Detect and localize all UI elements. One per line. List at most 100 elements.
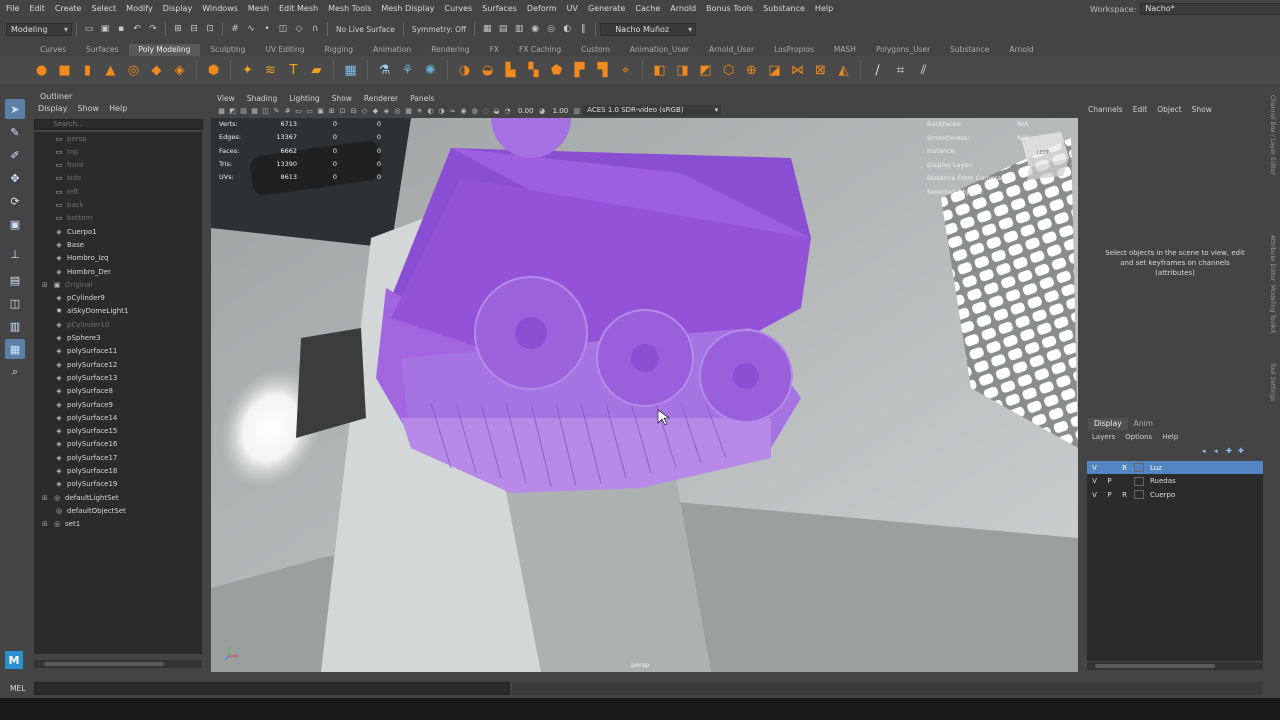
last-tool-icon[interactable]: ⊥ bbox=[5, 244, 25, 264]
fill-hole-icon[interactable]: ▛ bbox=[571, 62, 588, 79]
shelf-tab-arnold-user[interactable]: Arnold_User bbox=[699, 44, 764, 56]
isolate-select-icon[interactable]: ◌ bbox=[481, 106, 490, 115]
outliner-item-polysurface8[interactable]: ◈ polySurface8 bbox=[34, 385, 113, 398]
poly-torus-icon[interactable]: ◎ bbox=[125, 62, 142, 79]
menu-cache[interactable]: Cache bbox=[630, 2, 665, 16]
grease-pencil-icon[interactable]: ✎ bbox=[272, 106, 281, 115]
shelf-tab-lospropios[interactable]: LosPropios bbox=[764, 44, 824, 56]
smooth-icon[interactable]: ✺ bbox=[422, 62, 439, 79]
exposure-value[interactable]: 0.00 bbox=[518, 107, 534, 115]
tab-anim[interactable]: Anim bbox=[1128, 418, 1159, 430]
append-icon[interactable]: ▜ bbox=[594, 62, 611, 79]
xray-icon[interactable]: ◎ bbox=[393, 106, 402, 115]
layer-toggle-p[interactable]: P bbox=[1102, 477, 1117, 485]
menu-curves[interactable]: Curves bbox=[439, 2, 477, 16]
layer-row-luz[interactable]: V R Luz bbox=[1087, 461, 1263, 474]
lattice-icon[interactable]: ⌗ bbox=[892, 62, 909, 79]
outliner-item-hombro-izq[interactable]: ◈ Hombro_Izq bbox=[34, 252, 108, 265]
outliner-item-defaultlightset[interactable]: ⊞ ◎ defaultLightSet bbox=[34, 491, 119, 504]
hypershade-icon[interactable]: ◎ bbox=[545, 23, 557, 35]
color-management-dropdown[interactable]: ACES 1.0 SDR-video (sRGB) bbox=[583, 105, 722, 116]
outliner-menu-display[interactable]: Display bbox=[38, 104, 68, 113]
shelf-tab-polygons-user[interactable]: Polygons_User bbox=[866, 44, 940, 56]
viewport-menu-lighting[interactable]: Lighting bbox=[289, 94, 319, 103]
channel-box-menu-show[interactable]: Show bbox=[1192, 105, 1212, 114]
rotate-tool-icon[interactable]: ⟳ bbox=[5, 191, 25, 211]
channel-box-menu-object[interactable]: Object bbox=[1157, 105, 1181, 114]
shelf-tab-animation-user[interactable]: Animation_User bbox=[620, 44, 699, 56]
layer-menu-options[interactable]: Options bbox=[1125, 433, 1152, 441]
side-tab-tool-settings[interactable]: Tool Settings bbox=[1269, 363, 1276, 401]
outliner-item-polysurface18[interactable]: ◈ polySurface18 bbox=[34, 465, 117, 478]
extrude-icon[interactable]: ▙ bbox=[502, 62, 519, 79]
menu-file[interactable]: File bbox=[0, 2, 24, 16]
wireframe-icon[interactable]: ◇ bbox=[360, 106, 369, 115]
type-tool-icon[interactable]: T bbox=[285, 62, 302, 79]
shelf-tab-custom[interactable]: Custom bbox=[571, 44, 620, 56]
viewport[interactable]: LEFT Verts: 6713 0 0 Edges: 13367 0 0 Faces: 6662… bbox=[211, 118, 1078, 672]
ipr-icon[interactable]: ▥ bbox=[513, 23, 525, 35]
flip-icon[interactable]: ⋈ bbox=[789, 62, 806, 79]
expand-icon[interactable]: ⊞ bbox=[42, 520, 52, 528]
xray-joints-icon[interactable]: ◒ bbox=[492, 106, 501, 115]
search-icon[interactable]: ⌕ bbox=[5, 362, 25, 382]
viewport-menu-panels[interactable]: Panels bbox=[410, 94, 434, 103]
color-management-icon[interactable]: ▥ bbox=[572, 106, 581, 115]
outliner-item-psphere3[interactable]: ◈ pSphere3 bbox=[34, 332, 100, 345]
menu-create[interactable]: Create bbox=[50, 2, 87, 16]
depth-of-field-icon[interactable]: ◍ bbox=[470, 106, 479, 115]
single-view-icon[interactable]: ▤ bbox=[5, 270, 25, 290]
expand-icon[interactable]: ⊞ bbox=[42, 494, 52, 502]
lasso-tool-icon[interactable]: ✎ bbox=[5, 122, 25, 142]
layer-toggle-r[interactable]: R bbox=[1117, 491, 1132, 499]
snap-grid-icon[interactable]: # bbox=[229, 23, 241, 35]
layer-toggle-p[interactable]: P bbox=[1102, 491, 1117, 499]
layer-scrollbar[interactable] bbox=[1087, 662, 1263, 670]
paint-select-icon[interactable]: ✐ bbox=[5, 145, 25, 165]
layer-toggle-v[interactable]: V bbox=[1087, 477, 1102, 485]
outliner-item-polysurface14[interactable]: ◈ polySurface14 bbox=[34, 411, 117, 424]
soften-icon[interactable]: ◭ bbox=[835, 62, 852, 79]
gamma-icon[interactable]: ◕ bbox=[538, 106, 547, 115]
outliner-item-top[interactable]: ▭ top bbox=[34, 145, 79, 158]
shelf-tab-rigging[interactable]: Rigging bbox=[315, 44, 363, 56]
shelf-tab-fx[interactable]: FX bbox=[480, 44, 509, 56]
offset-loop-icon[interactable]: ◨ bbox=[674, 62, 691, 79]
outliner-item-original[interactable]: ⊞ ▣ Original bbox=[34, 278, 92, 291]
menu-help[interactable]: Help bbox=[810, 2, 838, 16]
shelf-tab-animation[interactable]: Animation bbox=[363, 44, 421, 56]
symmetry-label[interactable]: Symmetry: Off bbox=[412, 25, 466, 34]
select-object-icon[interactable]: ⊟ bbox=[188, 23, 200, 35]
viewport-menu-show[interactable]: Show bbox=[332, 94, 352, 103]
robot-mesh[interactable] bbox=[376, 118, 811, 493]
outliner-item-bottom[interactable]: ▭ bottom bbox=[34, 212, 93, 225]
shelf-tab-mash[interactable]: MASH bbox=[824, 44, 866, 56]
magnet-icon[interactable]: ∩ bbox=[309, 23, 321, 35]
outliner-item-back[interactable]: ▭ back bbox=[34, 199, 84, 212]
shelf-tab-substance[interactable]: Substance bbox=[940, 44, 999, 56]
menu-display[interactable]: Display bbox=[158, 2, 198, 16]
scroll-thumb[interactable] bbox=[1095, 664, 1215, 668]
outliner-item-aiskydomelight1[interactable]: ✹ aiSkyDomeLight1 bbox=[34, 305, 128, 318]
scale-tool-icon[interactable]: ▣ bbox=[5, 214, 25, 234]
render-frame-icon[interactable]: ▤ bbox=[497, 23, 509, 35]
crease-icon[interactable]: ⫽ bbox=[915, 62, 932, 79]
outliner-item-left[interactable]: ▭ left bbox=[34, 185, 79, 198]
safe-action-icon[interactable]: ⊡ bbox=[338, 106, 347, 115]
new-empty-layer-icon[interactable]: ✚ bbox=[1226, 447, 1238, 455]
ambient-occlusion-icon[interactable]: ◑ bbox=[437, 106, 446, 115]
render-view-icon[interactable]: ▦ bbox=[481, 23, 493, 35]
menu-mesh-tools[interactable]: Mesh Tools bbox=[323, 2, 376, 16]
outliner-item-polysurface13[interactable]: ◈ polySurface13 bbox=[34, 371, 117, 384]
exposure-icon[interactable]: ◔ bbox=[503, 106, 512, 115]
super-shape-icon[interactable]: ✦ bbox=[239, 62, 256, 79]
poly-plane-icon[interactable]: ◆ bbox=[148, 62, 165, 79]
menu-edit[interactable]: Edit bbox=[24, 2, 50, 16]
open-scene-icon[interactable]: ▣ bbox=[99, 23, 111, 35]
boolean-icon[interactable]: ◑ bbox=[456, 62, 473, 79]
layer-color-swatch[interactable] bbox=[1134, 490, 1144, 499]
menu-substance[interactable]: Substance bbox=[758, 2, 810, 16]
select-tool-icon[interactable]: ➤ bbox=[5, 99, 25, 119]
render-settings-icon[interactable]: ◉ bbox=[529, 23, 541, 35]
sweep-mesh-icon[interactable]: ≋ bbox=[262, 62, 279, 79]
